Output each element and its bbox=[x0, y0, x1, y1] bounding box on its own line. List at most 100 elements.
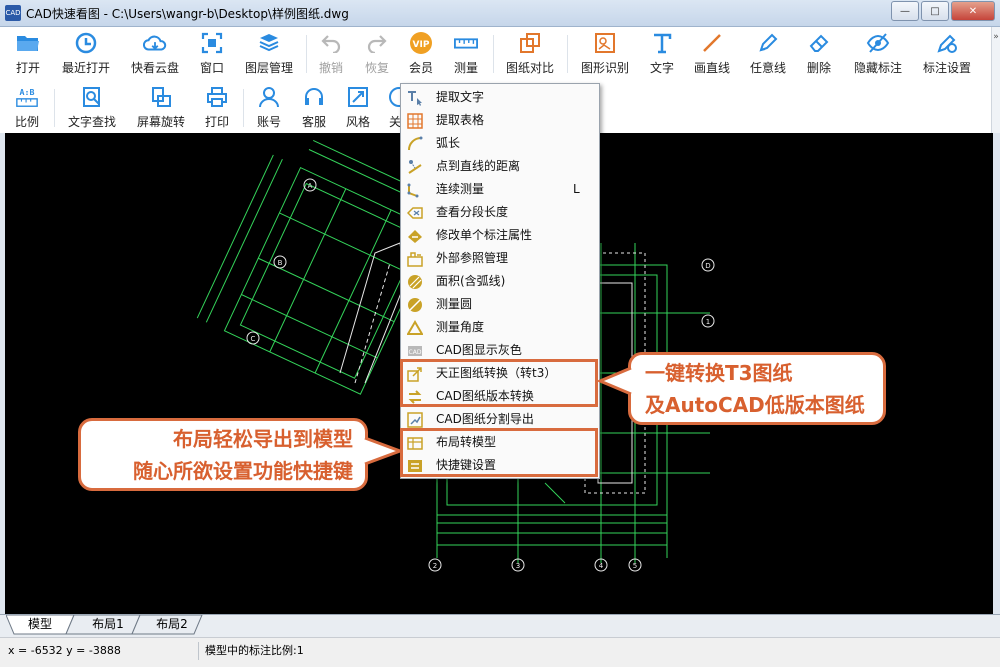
main-toolbar: 打开 最近打开 快看云盘 窗口 图层管理 撤销 恢复 VIP 会员 测量 图纸对… bbox=[0, 27, 992, 82]
callout-convert-line2: 及AutoCAD低版本图纸 bbox=[645, 393, 865, 417]
callout-convert-line1: 一键转换T3图纸 bbox=[645, 361, 793, 385]
account-label: 账号 bbox=[256, 115, 281, 129]
toolbar-divider bbox=[493, 35, 494, 73]
menu-item-xref-management[interactable]: 外部参照管理 bbox=[401, 247, 599, 270]
segment-length-icon bbox=[407, 207, 423, 219]
vip-icon: VIP bbox=[409, 31, 433, 55]
callout-convert-pointer bbox=[598, 366, 632, 396]
callout-layout-pointer bbox=[364, 436, 402, 466]
toolbar-divider bbox=[306, 35, 307, 73]
open-label: 打开 bbox=[15, 61, 40, 75]
annotation-scale-text: 模型中的标注比例:1 bbox=[205, 644, 304, 657]
toolbar-divider bbox=[54, 89, 55, 127]
menu-item-measure-circle[interactable]: 测量圆 bbox=[401, 293, 599, 316]
annotation-settings-button[interactable]: 标注设置 bbox=[920, 31, 974, 76]
open-folder-icon bbox=[16, 31, 40, 55]
freehand-line-label: 任意线 bbox=[749, 61, 786, 75]
minimize-button[interactable]: — bbox=[891, 1, 919, 21]
toolbar-divider bbox=[567, 35, 568, 73]
vip-label: 会员 bbox=[408, 61, 433, 75]
account-button[interactable]: 账号 bbox=[252, 85, 286, 130]
menu-item-area[interactable]: 面积(含弧线) bbox=[401, 270, 599, 293]
menu-item-edit-annotation[interactable]: 修改单个标注属性 bbox=[401, 224, 599, 247]
maximize-button[interactable]: □ bbox=[921, 1, 949, 21]
hide-annotation-button[interactable]: 隐藏标注 bbox=[850, 31, 906, 76]
recent-open-button[interactable]: 最近打开 bbox=[58, 31, 114, 76]
style-button[interactable]: 风格 bbox=[341, 85, 375, 130]
draw-line-button[interactable]: 画直线 bbox=[690, 31, 734, 76]
svg-text:A:B: A:B bbox=[20, 87, 35, 97]
scale-icon: A:B bbox=[15, 85, 39, 109]
text-label: 文字 bbox=[649, 61, 674, 75]
close-button[interactable]: ✕ bbox=[951, 1, 995, 21]
annotation-settings-label: 标注设置 bbox=[922, 61, 971, 75]
split-export-icon bbox=[407, 412, 423, 428]
style-icon bbox=[346, 85, 370, 109]
menu-item-segment-length[interactable]: 查看分段长度 bbox=[401, 201, 599, 224]
cloud-disk-button[interactable]: 快看云盘 bbox=[126, 31, 184, 76]
arc-length-icon bbox=[408, 136, 423, 151]
tab-model[interactable]: 模型 bbox=[16, 615, 64, 634]
screen-rotate-label: 屏幕旋转 bbox=[136, 115, 185, 129]
redo-button[interactable]: 恢复 bbox=[360, 31, 394, 76]
style-label: 风格 bbox=[345, 115, 370, 129]
delete-button[interactable]: 删除 bbox=[802, 31, 836, 76]
xref-icon bbox=[407, 252, 423, 267]
title-bar: CAD CAD快速看图 - C:\Users\wangr-b\Desktop\样… bbox=[0, 0, 1000, 27]
scale-button[interactable]: A:B 比例 bbox=[8, 85, 46, 130]
axis-label: 1 bbox=[706, 318, 710, 326]
toolbar-more-button[interactable]: » bbox=[991, 27, 1000, 133]
window-icon bbox=[200, 31, 224, 55]
drawing-compare-label: 图纸对比 bbox=[505, 61, 554, 75]
freehand-line-button[interactable]: 任意线 bbox=[746, 31, 790, 76]
menu-item-extract-table[interactable]: 提取表格 bbox=[401, 109, 599, 132]
user-icon bbox=[257, 85, 281, 109]
screen-rotate-button[interactable]: 屏幕旋转 bbox=[133, 85, 189, 130]
axis-label: 5 bbox=[633, 562, 637, 570]
menu-item-point-line-distance[interactable]: 点到直线的距离 bbox=[401, 155, 599, 178]
shape-recognize-button[interactable]: 图形识别 bbox=[576, 31, 634, 76]
window-button[interactable]: 窗口 bbox=[194, 31, 230, 76]
menu-item-continuous-measure[interactable]: 连续测量 L bbox=[401, 178, 599, 201]
axis-label: D bbox=[705, 262, 710, 270]
customer-service-button[interactable]: 客服 bbox=[297, 85, 331, 130]
measure-button[interactable]: 测量 bbox=[448, 31, 484, 76]
highlight-box-convert bbox=[400, 359, 598, 407]
text-search-label: 文字查找 bbox=[67, 115, 116, 129]
text-button[interactable]: 文字 bbox=[646, 31, 678, 76]
callout-convert: 一键转换T3图纸 及AutoCAD低版本图纸 bbox=[628, 352, 886, 425]
svg-text:VIP: VIP bbox=[413, 40, 430, 50]
scale-label: 比例 bbox=[14, 115, 39, 129]
redo-icon bbox=[365, 31, 389, 55]
extract-table-icon bbox=[407, 113, 423, 129]
measure-dropdown-menu: 提取文字 提取表格 弧长 点到直线的距离 连续测量 L 查看分段长度 修改单个标… bbox=[400, 83, 600, 479]
window-label: 窗口 bbox=[199, 61, 224, 75]
extract-text-icon bbox=[408, 91, 422, 106]
point-line-distance-icon bbox=[408, 160, 422, 174]
layer-manager-label: 图层管理 bbox=[244, 61, 293, 75]
pen-icon bbox=[756, 31, 780, 55]
print-button[interactable]: 打印 bbox=[200, 85, 234, 130]
printer-icon bbox=[205, 85, 229, 109]
undo-label: 撤销 bbox=[318, 61, 343, 75]
area-icon bbox=[408, 275, 422, 289]
drawing-compare-button[interactable]: 图纸对比 bbox=[502, 31, 558, 76]
layers-icon bbox=[257, 31, 281, 55]
menu-item-arc-length[interactable]: 弧长 bbox=[401, 132, 599, 155]
rotate-icon bbox=[149, 85, 173, 109]
menu-item-measure-angle[interactable]: 测量角度 bbox=[401, 316, 599, 339]
axis-label: B bbox=[278, 259, 283, 267]
gray-display-icon: CAD bbox=[408, 346, 422, 356]
redo-label: 恢复 bbox=[364, 61, 389, 75]
layer-manager-button[interactable]: 图层管理 bbox=[240, 31, 298, 76]
recent-open-label: 最近打开 bbox=[61, 61, 110, 75]
text-search-button[interactable]: 文字查找 bbox=[64, 85, 120, 130]
vip-button[interactable]: VIP 会员 bbox=[404, 31, 438, 76]
undo-icon bbox=[319, 31, 343, 55]
edit-annotation-icon bbox=[408, 230, 422, 243]
menu-item-extract-text[interactable]: 提取文字 bbox=[401, 86, 599, 109]
tab-layout2[interactable]: 布局2 bbox=[144, 615, 200, 634]
open-button[interactable]: 打开 bbox=[8, 31, 48, 76]
undo-button[interactable]: 撤销 bbox=[314, 31, 348, 76]
tab-layout1[interactable]: 布局1 bbox=[80, 615, 136, 634]
